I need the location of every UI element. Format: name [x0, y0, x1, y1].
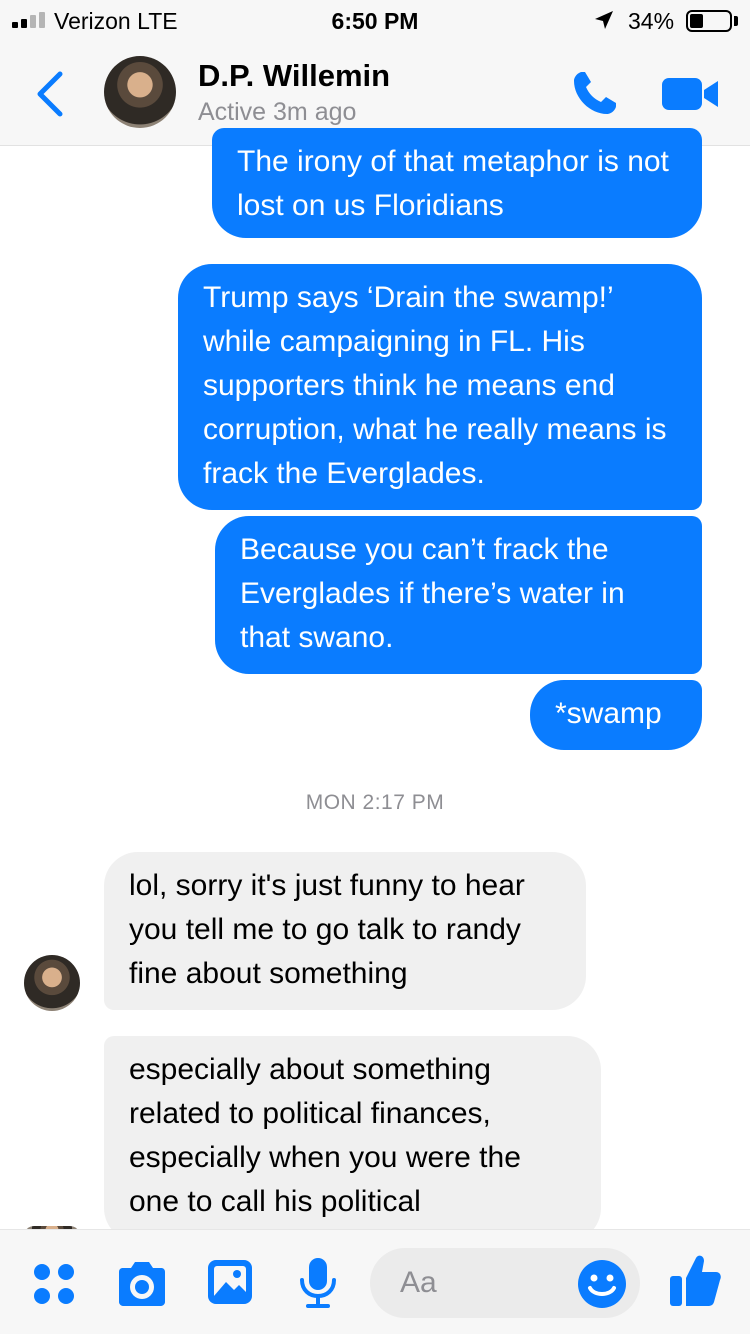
camera-icon[interactable]: [115, 1260, 169, 1308]
phone-icon[interactable]: [570, 68, 620, 118]
video-camera-icon[interactable]: [660, 74, 720, 114]
message-timestamp: MON 2:17 PM: [305, 791, 445, 814]
incoming-message[interactable]: lol, sorry it's just funny to hear you t…: [104, 852, 586, 1010]
sender-avatar[interactable]: [24, 955, 80, 1011]
incoming-message[interactable]: especially about something related to po…: [104, 1036, 601, 1242]
back-chevron-icon[interactable]: [30, 68, 70, 120]
location-arrow-icon: [595, 11, 613, 29]
battery-nub: [734, 16, 738, 26]
emoji-icon[interactable]: [576, 1258, 628, 1310]
outgoing-message[interactable]: Trump says ‘Drain the swamp!’ while camp…: [178, 264, 702, 510]
thumbs-up-icon[interactable]: [668, 1252, 722, 1308]
apps-icon[interactable]: [32, 1262, 76, 1306]
battery-percent: 34%: [628, 8, 675, 34]
contact-name[interactable]: D.P. Willemin: [198, 58, 390, 94]
microphone-icon[interactable]: [298, 1256, 338, 1310]
status-bar: Verizon LTE 6:50 PM 34%: [0, 0, 750, 42]
outgoing-message[interactable]: Because you can’t frack the Everglades i…: [215, 516, 702, 674]
battery-icon: [686, 10, 732, 32]
outgoing-message[interactable]: *swamp: [530, 680, 702, 750]
contact-avatar[interactable]: [104, 56, 176, 128]
contact-active-status: Active 3m ago: [198, 98, 357, 126]
gallery-icon[interactable]: [206, 1258, 254, 1306]
message-composer: Aa: [0, 1229, 750, 1334]
outgoing-message[interactable]: The irony of that metaphor is not lost o…: [212, 128, 702, 238]
message-input-placeholder: Aa: [400, 1266, 437, 1299]
